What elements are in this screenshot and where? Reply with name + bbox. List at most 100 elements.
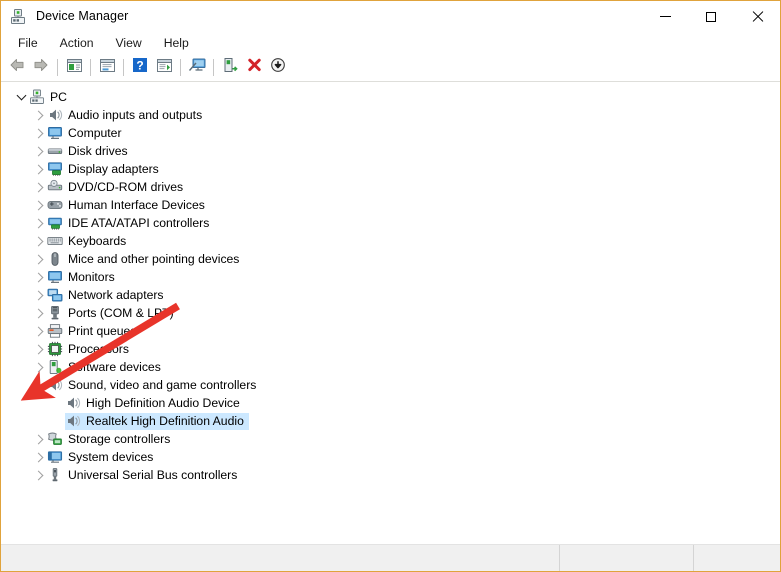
- tree-item[interactable]: Software devices: [5, 358, 776, 376]
- device-tree-pane[interactable]: PC Audio inputs and outputs Computer Disk d…: [4, 84, 777, 542]
- toolbar-separator: [213, 59, 214, 76]
- tree-item-content[interactable]: Audio inputs and outputs: [47, 107, 207, 124]
- tree-item[interactable]: Audio inputs and outputs: [5, 106, 776, 124]
- show-hide-console-tree-button[interactable]: [62, 56, 86, 79]
- chevron-right-icon[interactable]: [31, 304, 47, 322]
- chevron-right-icon[interactable]: [31, 214, 47, 232]
- tree-item[interactable]: IDE ATA/ATAPI controllers: [5, 214, 776, 232]
- toolbar: ?: [1, 54, 780, 82]
- tree-item[interactable]: Display adapters: [5, 160, 776, 178]
- tree-item[interactable]: Computer: [5, 124, 776, 142]
- tree-item[interactable]: DVD/CD-ROM drives: [5, 178, 776, 196]
- chevron-right-icon[interactable]: [31, 250, 47, 268]
- down-arrow-circle-icon: [270, 57, 286, 78]
- device-manager-window: Device Manager File Action View Help ? P…: [0, 0, 781, 572]
- processor-chip-icon: [47, 341, 63, 357]
- tree-item-content[interactable]: DVD/CD-ROM drives: [47, 179, 188, 196]
- back-button[interactable]: [5, 56, 29, 79]
- tree-item-content[interactable]: PC: [29, 89, 72, 106]
- tree-item-label: High Definition Audio Device: [86, 395, 240, 410]
- tree-item-content[interactable]: Storage controllers: [47, 431, 175, 448]
- chevron-right-icon[interactable]: [31, 160, 47, 178]
- tree-item-content[interactable]: Keyboards: [47, 233, 131, 250]
- tree-item-content[interactable]: Disk drives: [47, 143, 133, 160]
- tree-item[interactable]: Sound, video and game controllers: [5, 376, 776, 394]
- tree-item[interactable]: Mice and other pointing devices: [5, 250, 776, 268]
- chevron-down-icon[interactable]: [31, 376, 47, 394]
- tree-item[interactable]: System devices: [5, 448, 776, 466]
- chevron-right-icon[interactable]: [31, 178, 47, 196]
- title-bar: Device Manager: [1, 1, 780, 32]
- tree-item[interactable]: Disk drives: [5, 142, 776, 160]
- disable-device-button[interactable]: [266, 56, 290, 79]
- chevron-right-icon[interactable]: [31, 232, 47, 250]
- computer-pc-icon: [29, 89, 45, 105]
- chevron-right-icon[interactable]: [31, 142, 47, 160]
- tree-item[interactable]: Human Interface Devices: [5, 196, 776, 214]
- maximize-button[interactable]: [688, 1, 734, 32]
- show-hide-action-pane-button[interactable]: [152, 56, 176, 79]
- tree-item[interactable]: Ports (COM & LPT): [5, 304, 776, 322]
- tree-item-content[interactable]: Realtek High Definition Audio: [65, 412, 249, 430]
- menu-file[interactable]: File: [7, 34, 49, 52]
- tree-item[interactable]: Universal Serial Bus controllers: [5, 466, 776, 484]
- tree-expander-placeholder: [49, 394, 65, 412]
- tree-item-content[interactable]: Monitors: [47, 269, 120, 286]
- tree-item-content[interactable]: Universal Serial Bus controllers: [47, 467, 242, 484]
- menu-help[interactable]: Help: [153, 34, 200, 52]
- chevron-right-icon[interactable]: [31, 322, 47, 340]
- chevron-right-icon[interactable]: [31, 358, 47, 376]
- tree-item-content[interactable]: System devices: [47, 449, 158, 466]
- tree-item-content[interactable]: Sound, video and game controllers: [47, 377, 261, 394]
- tree-item-content[interactable]: Ports (COM & LPT): [47, 305, 179, 322]
- tree-item[interactable]: Keyboards: [5, 232, 776, 250]
- chevron-right-icon[interactable]: [31, 268, 47, 286]
- tree-item[interactable]: Realtek High Definition Audio: [5, 412, 776, 430]
- tree-item-content[interactable]: Processors: [47, 341, 134, 358]
- tree-item-content[interactable]: Display adapters: [47, 161, 164, 178]
- tree-item-content[interactable]: Mice and other pointing devices: [47, 251, 244, 268]
- uninstall-device-button[interactable]: [242, 56, 266, 79]
- tree-item[interactable]: High Definition Audio Device: [5, 394, 776, 412]
- chevron-glyph: [33, 254, 43, 264]
- chevron-down-icon[interactable]: [13, 88, 29, 106]
- forward-button[interactable]: [29, 56, 53, 79]
- scan-hardware-changes-button[interactable]: [185, 56, 209, 79]
- menu-view[interactable]: View: [105, 34, 153, 52]
- tree-item-content[interactable]: Human Interface Devices: [47, 197, 210, 214]
- tree-item-content[interactable]: IDE ATA/ATAPI controllers: [47, 215, 214, 232]
- chevron-right-icon[interactable]: [31, 124, 47, 142]
- tree-item-content[interactable]: Computer: [47, 125, 127, 142]
- tree-item-content[interactable]: Software devices: [47, 359, 166, 376]
- port-connector-icon: [47, 305, 63, 321]
- tree-item[interactable]: Processors: [5, 340, 776, 358]
- tree-item-label: Print queues: [68, 323, 137, 338]
- chevron-right-icon[interactable]: [31, 430, 47, 448]
- tree-item[interactable]: Print queues: [5, 322, 776, 340]
- chevron-glyph: [16, 90, 26, 101]
- tree-item[interactable]: Monitors: [5, 268, 776, 286]
- chevron-glyph: [33, 110, 43, 120]
- minimize-button[interactable]: [642, 1, 688, 32]
- chevron-right-icon[interactable]: [31, 340, 47, 358]
- content-area: PC Audio inputs and outputs Computer Disk d…: [1, 82, 780, 544]
- chevron-right-icon[interactable]: [31, 106, 47, 124]
- tree-item-content[interactable]: Network adapters: [47, 287, 169, 304]
- chevron-glyph: [33, 434, 43, 444]
- chevron-glyph: [33, 452, 43, 462]
- tree-item[interactable]: Network adapters: [5, 286, 776, 304]
- tree-item[interactable]: Storage controllers: [5, 430, 776, 448]
- update-driver-button[interactable]: [218, 56, 242, 79]
- tree-item-content[interactable]: High Definition Audio Device: [65, 395, 245, 412]
- tree-item-content[interactable]: Print queues: [47, 323, 141, 340]
- chevron-glyph: [33, 308, 43, 318]
- properties-button[interactable]: [95, 56, 119, 79]
- menu-action[interactable]: Action: [49, 34, 105, 52]
- chevron-right-icon[interactable]: [31, 448, 47, 466]
- chevron-right-icon[interactable]: [31, 466, 47, 484]
- help-button[interactable]: ?: [128, 56, 152, 79]
- close-button[interactable]: [734, 1, 780, 32]
- chevron-right-icon[interactable]: [31, 286, 47, 304]
- tree-item[interactable]: PC: [5, 88, 776, 106]
- chevron-right-icon[interactable]: [31, 196, 47, 214]
